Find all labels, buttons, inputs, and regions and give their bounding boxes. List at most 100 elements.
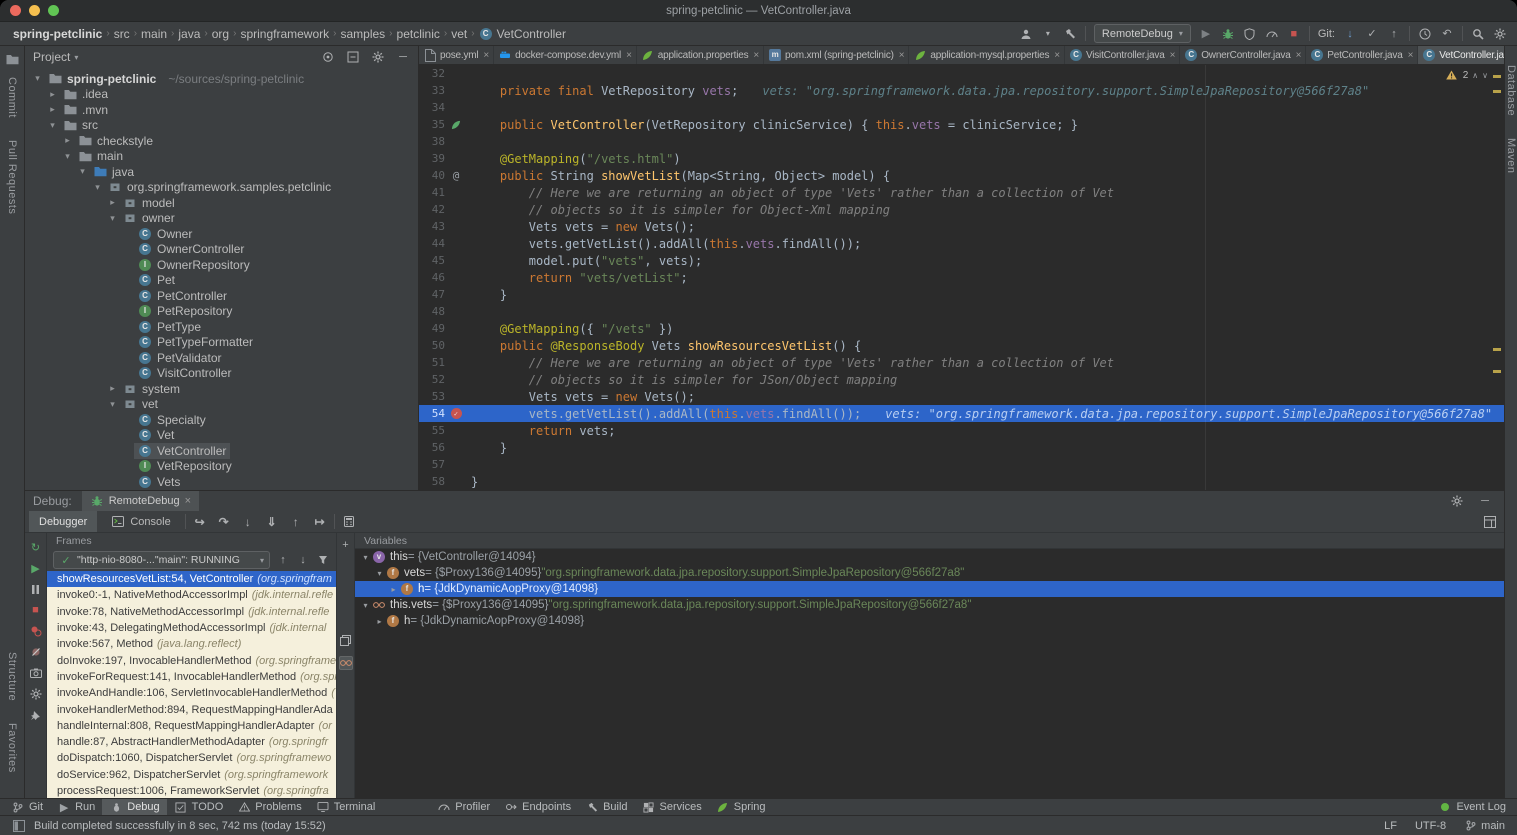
- zoom-window-button[interactable]: [48, 5, 59, 16]
- chevron-down-icon[interactable]: ▾: [359, 601, 372, 610]
- previous-frame-icon[interactable]: ↑: [276, 553, 290, 567]
- stack-frame[interactable]: invoke0:-1, NativeMethodAccessorImpl(jdk…: [47, 587, 336, 603]
- tab-debugger[interactable]: Debugger: [29, 511, 97, 532]
- next-warning-icon[interactable]: ∨: [1482, 71, 1488, 80]
- dropdown-icon[interactable]: ▾: [1041, 27, 1055, 41]
- tree-item-src[interactable]: ▾src: [25, 118, 418, 134]
- breadcrumb-item-samples[interactable]: samples: [337, 27, 388, 41]
- close-tab-icon[interactable]: ×: [753, 50, 759, 61]
- breadcrumb-item-vet[interactable]: vet: [448, 27, 470, 41]
- run-to-cursor-button[interactable]: ↦: [310, 513, 330, 531]
- chevron-down-icon[interactable]: ▾: [106, 399, 119, 410]
- stack-frame[interactable]: handle:87, AbstractHandlerMethodAdapter(…: [47, 734, 336, 750]
- stack-frame[interactable]: doService:962, DispatcherServlet(org.spr…: [47, 767, 336, 783]
- breadcrumb-item-java[interactable]: java: [175, 27, 203, 41]
- code-line-53[interactable]: 53 Vets vets = new Vets();: [419, 388, 1504, 405]
- tree-item-vetrepository[interactable]: IVetRepository: [25, 459, 418, 475]
- tool-windows-icon[interactable]: [12, 819, 26, 833]
- breadcrumb-item-springframework[interactable]: springframework: [237, 27, 332, 41]
- chevron-down-icon[interactable]: ▾: [76, 166, 89, 177]
- code-line-56[interactable]: 56 }: [419, 439, 1504, 456]
- variable-row-vets[interactable]: ▾fvets = {$Proxy136@14095} "org.springfr…: [355, 565, 1504, 581]
- tree-item-vetcontroller[interactable]: CVetController: [25, 443, 418, 459]
- variable-row-h[interactable]: ▸fh = {JdkDynamicAopProxy@14098}: [355, 581, 1504, 597]
- toolwindow-button-profiler[interactable]: Profiler: [430, 799, 497, 816]
- code-line-38[interactable]: 38: [419, 133, 1504, 150]
- watches-icon[interactable]: [339, 656, 353, 670]
- code-line-47[interactable]: 47 }: [419, 286, 1504, 303]
- code-line-44[interactable]: 44 vets.getVetList().addAll(this.vets.fi…: [419, 235, 1504, 252]
- toolwindow-button-debug[interactable]: Debug: [102, 799, 166, 816]
- code-line-49[interactable]: 49 @GetMapping({ "/vets" }): [419, 320, 1504, 337]
- tree-item-petvalidator[interactable]: CPetValidator: [25, 350, 418, 366]
- stripe-tab-maven[interactable]: Maven: [1505, 138, 1517, 174]
- close-tab-icon[interactable]: ×: [1170, 50, 1176, 61]
- minimize-icon[interactable]: ─: [1478, 494, 1492, 508]
- tree-item-visitcontroller[interactable]: CVisitController: [25, 366, 418, 382]
- tree-item-owner[interactable]: ▾owner: [25, 211, 418, 227]
- filter-frames-icon[interactable]: [316, 553, 330, 567]
- tree-item-spring-petclinic[interactable]: ▾spring-petclinic~/sources/spring-petcli…: [25, 71, 418, 87]
- tree-item-mvn[interactable]: ▸.mvn: [25, 102, 418, 118]
- close-tab-icon[interactable]: ×: [483, 50, 489, 61]
- tree-item-org-springframework-samples-petclinic[interactable]: ▾org.springframework.samples.petclinic: [25, 180, 418, 196]
- code-line-57[interactable]: 57: [419, 456, 1504, 473]
- editor-tab-ownercontroller-java[interactable]: COwnerController.java×: [1180, 46, 1306, 64]
- code-line-55[interactable]: 55 return vets;: [419, 422, 1504, 439]
- stripe-tab-pull-requests[interactable]: Pull Requests: [6, 140, 18, 214]
- breakpoint-gutter[interactable]: ✓: [445, 407, 467, 421]
- toolwindow-button-todo[interactable]: TODO: [167, 799, 231, 816]
- code-line-39[interactable]: 39 @GetMapping("/vets.html"): [419, 150, 1504, 167]
- step-over-button[interactable]: ↷: [214, 513, 234, 531]
- stack-frame[interactable]: processRequest:1006, FrameworkServlet(or…: [47, 783, 336, 798]
- code-line-41[interactable]: 41 // Here we are returning an object of…: [419, 184, 1504, 201]
- tree-item-vets[interactable]: CVets: [25, 474, 418, 490]
- breadcrumb-item-src[interactable]: src: [111, 27, 133, 41]
- chevron-right-icon[interactable]: ▸: [61, 135, 74, 146]
- stack-frame[interactable]: handleInternal:808, RequestMappingHandle…: [47, 718, 336, 734]
- collapse-all-icon[interactable]: [346, 50, 360, 64]
- tree-item-specialty[interactable]: CSpecialty: [25, 412, 418, 428]
- toolwindow-button-event-log[interactable]: Event Log: [1431, 799, 1513, 816]
- close-tab-icon[interactable]: ×: [899, 50, 905, 61]
- code-line-33[interactable]: 33 private final VetRepository vets;vets…: [419, 82, 1504, 99]
- chevron-down-icon[interactable]: ▾: [46, 120, 59, 131]
- chevron-down-icon[interactable]: ▾: [373, 569, 386, 578]
- chevron-right-icon[interactable]: ▸: [46, 89, 59, 100]
- settings-gear-icon[interactable]: [1493, 27, 1507, 41]
- stack-frame[interactable]: invokeForRequest:141, InvocableHandlerMe…: [47, 669, 336, 685]
- tree-item-pettype[interactable]: CPetType: [25, 319, 418, 335]
- editor-tab-petcontroller-java[interactable]: CPetController.java×: [1306, 46, 1418, 64]
- breadcrumb-item-vetcontroller[interactable]: CVetController: [476, 27, 569, 41]
- breadcrumb-item-spring-petclinic[interactable]: spring-petclinic: [10, 27, 105, 41]
- code-line-48[interactable]: 48: [419, 303, 1504, 320]
- code-line-52[interactable]: 52 // objects so it is simpler for JSon/…: [419, 371, 1504, 388]
- tree-item-owner[interactable]: COwner: [25, 226, 418, 242]
- tree-item-petrepository[interactable]: IPetRepository: [25, 304, 418, 320]
- thread-selector[interactable]: ✓ "http-nio-8080-..."main": RUNNING ▾: [53, 551, 270, 569]
- tree-item-vet[interactable]: ▾vet: [25, 397, 418, 413]
- code-line-46[interactable]: 46 return "vets/vetList";: [419, 269, 1504, 286]
- minimize-window-button[interactable]: [29, 5, 40, 16]
- show-execution-point-button[interactable]: ↪: [190, 513, 210, 531]
- editor-tab-pose-yml[interactable]: pose.yml×: [419, 46, 494, 64]
- code-line-40[interactable]: 40@ public String showVetList(Map<String…: [419, 167, 1504, 184]
- tree-item-main[interactable]: ▾main: [25, 149, 418, 165]
- undo-icon[interactable]: ↶: [1440, 27, 1454, 41]
- tab-console[interactable]: Console: [101, 511, 180, 532]
- code-line-42[interactable]: 42 // objects so it is simpler for Objec…: [419, 201, 1504, 218]
- code-line-43[interactable]: 43 Vets vets = new Vets();: [419, 218, 1504, 235]
- restore-layout-button[interactable]: [1480, 513, 1500, 531]
- next-frame-icon[interactable]: ↓: [296, 553, 310, 567]
- bug-icon[interactable]: [1221, 27, 1235, 41]
- step-into-button[interactable]: ↓: [238, 513, 258, 531]
- chevron-down-icon[interactable]: ▾: [91, 182, 104, 193]
- tree-item-pettypeformatter[interactable]: CPetTypeFormatter: [25, 335, 418, 351]
- debug-session-tab[interactable]: RemoteDebug ×: [82, 491, 199, 511]
- editor-tab-vetcontroller-java[interactable]: CVetController.java×: [1418, 46, 1504, 64]
- user-icon[interactable]: [1019, 27, 1033, 41]
- code-line-35[interactable]: 35 public VetController(VetRepository cl…: [419, 116, 1504, 133]
- variable-row-h[interactable]: ▸fh = {JdkDynamicAopProxy@14098}: [355, 613, 1504, 629]
- mute-breakpoints-icon[interactable]: [29, 645, 43, 659]
- breadcrumb-item-main[interactable]: main: [138, 27, 170, 41]
